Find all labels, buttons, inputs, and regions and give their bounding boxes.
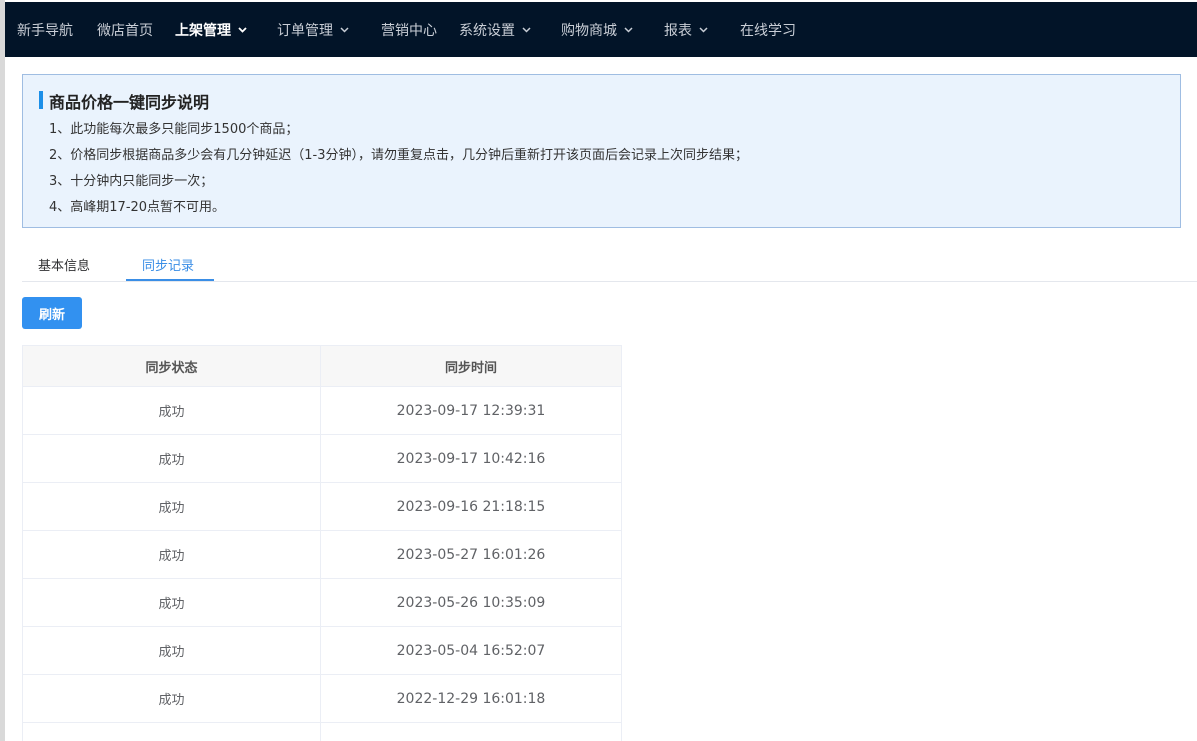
chevron-down-icon — [339, 24, 350, 35]
nav-item-label: 上架管理 — [175, 22, 231, 39]
tab-bar: 基本信息 同步记录 — [22, 248, 1197, 282]
notice-line: 2、价格同步根据商品多少会有几分钟延迟（1-3分钟），请勿重复点击，几分钟后重新… — [49, 148, 749, 163]
nav-item-shop-home[interactable]: 微店首页 — [97, 2, 153, 57]
sync-time-cell: 2023-09-17 12:39:31 — [396, 402, 546, 419]
nav-item-reports[interactable]: 报表 — [664, 2, 709, 57]
column-header-sync-status[interactable]: 同步状态 — [23, 346, 321, 386]
refresh-button[interactable]: 刷新 — [22, 297, 82, 329]
sync-status-cell — [23, 723, 321, 741]
nav-item-label: 在线学习 — [740, 22, 796, 39]
notice-line: 1、此功能每次最多只能同步1500个商品； — [49, 122, 299, 137]
page-frame: 新手导航 微店首页 上架管理 订单管理 营销中心 系统设置 购物商城 报表 在线… — [5, 0, 1197, 741]
sync-time-cell: 2023-09-17 10:42:16 — [396, 450, 546, 467]
nav-item-system-settings[interactable]: 系统设置 — [459, 2, 532, 57]
table-row: 成功 2023-09-17 10:42:16 — [23, 435, 621, 483]
nav-item-label: 系统设置 — [459, 22, 515, 39]
active-tab-indicator — [126, 279, 214, 281]
nav-item-order-management[interactable]: 订单管理 — [277, 2, 350, 57]
nav-item-label: 购物商城 — [561, 22, 617, 39]
top-navigation-bar: 新手导航 微店首页 上架管理 订单管理 营销中心 系统设置 购物商城 报表 在线… — [5, 2, 1197, 57]
title-accent-bar — [39, 91, 43, 109]
sync-status-cell: 成功 — [23, 483, 321, 530]
chevron-down-icon — [521, 24, 532, 35]
table-row: 成功 2023-09-17 12:39:31 — [23, 387, 621, 435]
sync-time-cell: 2023-05-04 16:52:07 — [396, 642, 546, 659]
nav-item-label: 微店首页 — [97, 22, 153, 39]
tab-basic-info[interactable]: 基本信息 — [38, 248, 90, 280]
notice-line: 3、十分钟内只能同步一次； — [49, 174, 214, 189]
sync-status-cell: 成功 — [23, 435, 321, 482]
sync-time-cell: 2022-12-29 16:01:18 — [396, 690, 546, 707]
nav-item-beginner-guide[interactable]: 新手导航 — [17, 2, 73, 57]
table-header: 同步状态 同步时间 — [23, 346, 621, 387]
nav-item-listing-management[interactable]: 上架管理 — [175, 2, 248, 57]
table-row: 成功 2023-09-16 21:18:15 — [23, 483, 621, 531]
chevron-down-icon — [623, 24, 634, 35]
nav-item-shopping-mall[interactable]: 购物商城 — [561, 2, 634, 57]
chevron-down-icon — [237, 24, 248, 35]
nav-item-label: 新手导航 — [17, 22, 73, 39]
tab-sync-records[interactable]: 同步记录 — [142, 248, 194, 280]
nav-item-label: 订单管理 — [277, 22, 333, 39]
table-row: 成功 2023-05-04 16:52:07 — [23, 627, 621, 675]
sync-status-cell: 成功 — [23, 387, 321, 434]
nav-item-label: 营销中心 — [381, 22, 437, 39]
table-row: 成功 2022-12-29 16:01:18 — [23, 675, 621, 723]
notice-title: 商品价格一键同步说明 — [49, 93, 210, 112]
sync-time-cell — [321, 723, 621, 741]
sync-time-cell: 2023-05-26 10:35:09 — [396, 594, 546, 611]
sync-status-cell: 成功 — [23, 627, 321, 674]
chevron-down-icon — [698, 24, 709, 35]
nav-item-marketing-center[interactable]: 营销中心 — [381, 2, 437, 57]
notice-line: 4、高峰期17-20点暂不可用。 — [49, 200, 226, 215]
sync-records-table: 同步状态 同步时间 成功 2023-09-17 12:39:31 成功 2023… — [22, 345, 622, 741]
column-header-sync-time[interactable]: 同步时间 — [321, 346, 621, 386]
sync-status-cell: 成功 — [23, 579, 321, 626]
table-row-partial — [23, 723, 621, 741]
sync-status-cell: 成功 — [23, 675, 321, 722]
nav-item-online-learning[interactable]: 在线学习 — [740, 2, 796, 57]
table-row: 成功 2023-05-26 10:35:09 — [23, 579, 621, 627]
sync-instructions-panel: 商品价格一键同步说明 1、此功能每次最多只能同步1500个商品； 2、价格同步根… — [22, 74, 1181, 228]
nav-item-label: 报表 — [664, 22, 692, 39]
sync-time-cell: 2023-05-27 16:01:26 — [396, 546, 546, 563]
table-row: 成功 2023-05-27 16:01:26 — [23, 531, 621, 579]
sync-time-cell: 2023-09-16 21:18:15 — [396, 498, 546, 515]
sync-status-cell: 成功 — [23, 531, 321, 578]
